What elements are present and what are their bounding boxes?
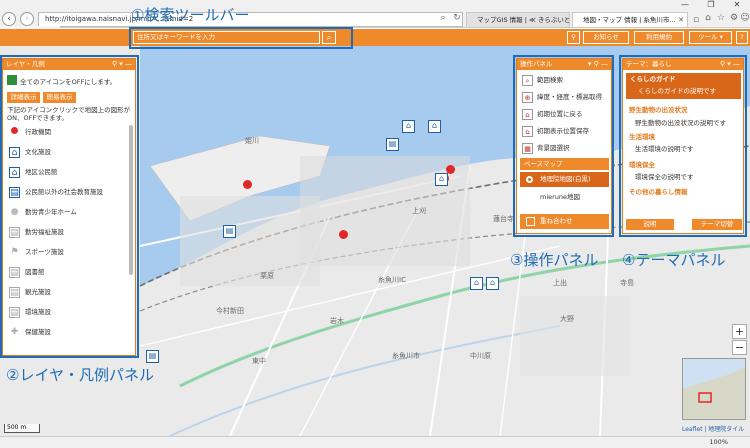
help-button[interactable]: ? [736,31,748,44]
place-label: 栗原 [260,272,274,280]
tools-button[interactable]: ツール ▾ [689,31,732,44]
place-label: 蓮台寺 [493,215,514,223]
map-attribution[interactable]: Leaflet | 地理院タイル [682,424,744,433]
place-label: 大野 [560,315,574,323]
poi-facility-icon[interactable]: ▤ [223,225,236,238]
terms-button[interactable]: 利用規約 [634,31,684,44]
forward-icon[interactable]: › [20,12,34,26]
minimap-image [683,367,745,419]
settings-gear-icon[interactable]: ⚙ [729,13,739,23]
close-window-button[interactable]: ✕ [724,0,750,10]
annotation-label-operation: ③操作パネル [510,251,599,269]
zoom-out-button[interactable]: − [732,340,747,355]
place-label: 東中 [252,357,266,365]
zoom-level[interactable]: 100% [709,438,728,446]
tab-map-info[interactable]: 地図・マップ 情報 | 糸魚川市... ✕ [572,12,688,28]
poi-culture-icon[interactable]: ⌂ [428,120,441,133]
marker-government[interactable] [243,180,252,189]
annotation-label-search: ①検索ツールバー [131,6,250,24]
address-bar[interactable]: http://itoigawa.naisnavi.jp/mid=...&mid=… [38,12,463,27]
smiley-icon[interactable]: ☺ [740,13,750,23]
home-icon[interactable]: ⌂ [703,13,713,23]
poi-culture-icon[interactable]: ⌂ [486,277,499,290]
poi-culture-icon[interactable]: ⌂ [435,173,448,186]
pin-icon[interactable]: ⚲ [567,31,580,44]
poi-culture-icon[interactable]: ⌂ [402,120,415,133]
place-label: 姫川 [245,137,259,145]
annotation-label-layer: ②レイヤ・凡例パネル [6,366,154,384]
back-icon[interactable]: ‹ [2,12,16,26]
poi-facility-icon[interactable]: ▤ [386,138,399,151]
scale-bar: 500 m [4,424,40,433]
place-label: 岩木 [330,317,344,325]
minimize-button[interactable]: — [672,0,698,10]
marker-government[interactable] [339,230,348,239]
place-label: 中川原 [470,352,491,360]
place-label: 寺島 [620,279,634,287]
poi-facility-icon[interactable]: ▤ [146,350,159,363]
refresh-icon[interactable]: ↻ [452,13,462,23]
annotation-label-theme: ④テーマパネル [622,251,726,269]
browser-chrome: ‹ › http://itoigawa.naisnavi.jp/mid=...&… [0,0,750,28]
overview-minimap[interactable] [682,358,746,420]
zoom-in-button[interactable]: + [732,324,747,339]
place-label: 糸魚川市 [392,352,420,360]
maximize-button[interactable]: ❐ [698,0,724,10]
place-label: 糸魚川IC [378,276,406,284]
annotation-box-theme [619,55,747,237]
tab-mapgis[interactable]: マップGIS 情報 | ≪ きらぶいといがわ [466,12,570,28]
annotation-box-layer [0,55,139,358]
poi-culture-icon[interactable]: ⌂ [470,277,483,290]
annotation-box-operation [513,55,614,237]
close-tab-icon[interactable]: ✕ [678,13,684,27]
place-label: 上刈 [412,207,426,215]
news-button[interactable]: お知らせ [583,31,629,44]
status-bar: 100% [0,436,750,448]
favorites-icon[interactable]: ☆ [716,13,726,23]
new-tab-icon[interactable]: ▫ [691,15,701,25]
search-icon[interactable]: ⌕ [438,13,448,23]
place-label: 上出 [553,279,567,287]
place-label: 今村新田 [216,307,244,315]
annotation-box-search [129,27,353,49]
